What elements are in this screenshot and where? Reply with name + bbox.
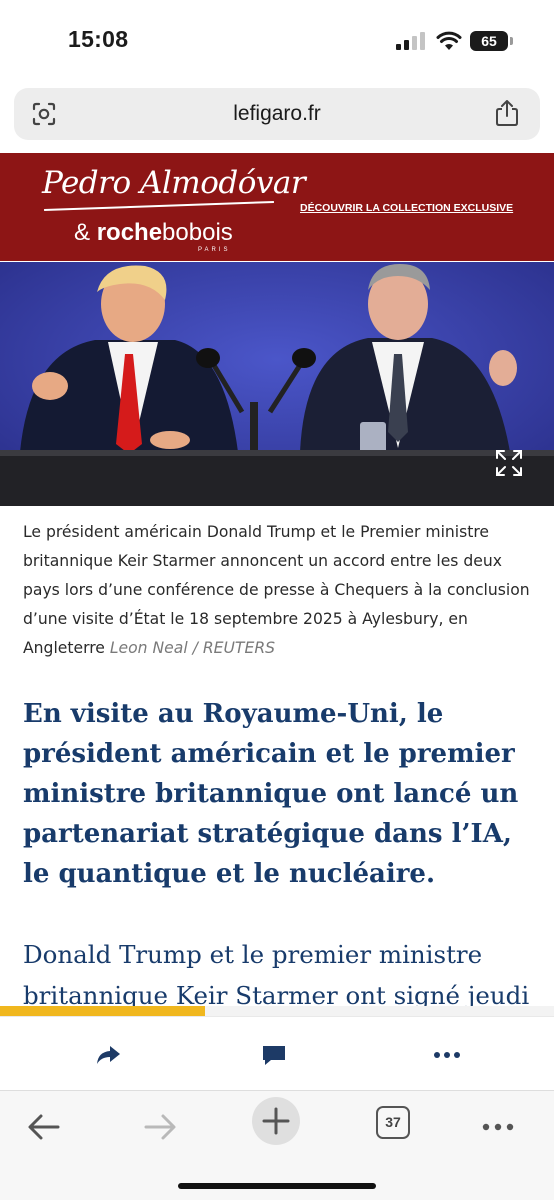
ad-brand-bold: roche — [96, 219, 163, 246]
photo-credit: Leon Neal / REUTERS — [109, 639, 276, 657]
share-icon[interactable] — [94, 1043, 122, 1067]
forward-arrow-icon[interactable] — [140, 1107, 180, 1147]
expand-icon[interactable] — [494, 448, 524, 478]
ad-script-underline — [44, 200, 274, 212]
ad-brand-light: bobois — [162, 219, 233, 246]
comment-icon[interactable] — [260, 1043, 288, 1067]
back-arrow-icon[interactable] — [24, 1107, 64, 1147]
url-text[interactable]: lefigaro.fr — [14, 102, 540, 126]
reading-progress-fill — [0, 1006, 205, 1016]
home-indicator — [178, 1183, 376, 1189]
browser-toolbar: 37 — [0, 1090, 554, 1200]
reading-progress-bar — [0, 1006, 554, 1016]
press-conference-image — [0, 262, 554, 506]
more-icon[interactable] — [433, 1043, 461, 1067]
article-action-bar — [0, 1016, 554, 1090]
new-tab-button[interactable] — [252, 1097, 300, 1145]
status-bar: 15:08 65 — [0, 0, 554, 84]
caption-text: Le président américain Donald Trump et l… — [23, 523, 530, 657]
battery-indicator: 65 — [470, 31, 508, 51]
ad-script-logo: Pedro Almodóvar — [42, 165, 306, 201]
article-body: Donald Trump et le premier ministre brit… — [23, 940, 530, 1006]
article-headline: En visite au Royaume-Uni, le président a… — [23, 699, 519, 889]
new-tab-plus-icon — [262, 1107, 290, 1135]
cellular-signal-icon — [396, 32, 426, 50]
share-page-icon[interactable] — [494, 99, 520, 127]
tabs-icon[interactable]: 37 — [376, 1106, 410, 1139]
ad-cta-link[interactable]: DÉCOUVRIR LA COLLECTION EXCLUSIVE — [300, 202, 513, 214]
article-photo[interactable] — [0, 262, 554, 506]
ad-brand-logo: & rochebobois — [74, 219, 233, 247]
wifi-icon — [436, 31, 462, 50]
battery-tip — [510, 37, 513, 45]
ad-brand-sub: PARIS — [198, 247, 231, 253]
menu-more-icon[interactable] — [478, 1107, 518, 1147]
status-time: 15:08 — [68, 26, 129, 52]
address-bar[interactable]: lefigaro.fr — [14, 88, 540, 140]
ad-ampersand: & — [74, 219, 91, 246]
photo-caption: Le président américain Donald Trump et l… — [23, 518, 533, 663]
